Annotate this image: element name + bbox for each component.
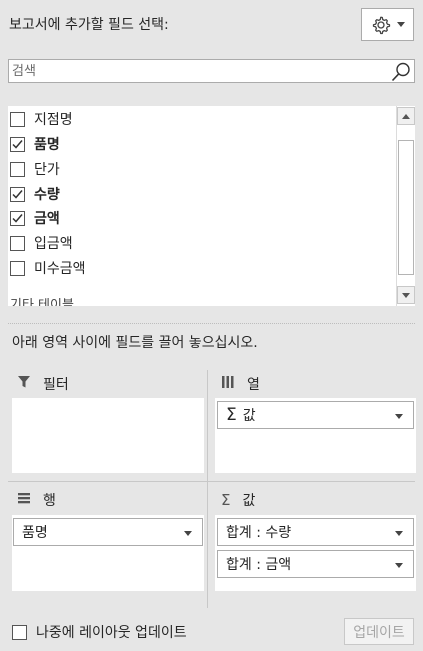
field-item-단가[interactable]: 단가 [10, 158, 60, 180]
divider [8, 323, 415, 324]
rows-drop-zone[interactable]: 품명 [12, 515, 204, 591]
chevron-down-icon[interactable] [395, 563, 403, 568]
chevron-down-icon [396, 22, 405, 27]
search-input[interactable] [9, 60, 389, 82]
columns-area-label: 열 [247, 377, 260, 393]
sigma-icon: Σ [226, 405, 237, 425]
scroll-up-button[interactable] [397, 107, 415, 125]
values-drop-zone[interactable]: 합계 : 수량 합계 : 금액 [215, 515, 416, 591]
field-checkbox[interactable] [10, 210, 25, 226]
tools-button[interactable] [361, 8, 414, 41]
field-checkbox[interactable] [10, 161, 25, 177]
field-checkbox[interactable] [10, 260, 25, 276]
field-checkbox[interactable] [10, 111, 25, 127]
field-label: 단가 [34, 162, 60, 178]
rows-area-title: 행 [17, 490, 56, 510]
field-label: 지점명 [34, 112, 73, 128]
checkmark-icon [12, 189, 23, 199]
columns-icon [221, 375, 235, 393]
field-item-지점명[interactable]: 지점명 [10, 108, 73, 130]
search-box [8, 59, 415, 83]
scroll-thumb[interactable] [398, 140, 414, 275]
rows-area-label: 행 [43, 493, 56, 509]
arrow-down-icon [402, 292, 410, 298]
filters-area-label: 필터 [43, 377, 69, 393]
values-field-sum-amount[interactable]: 합계 : 금액 [217, 550, 414, 578]
update-button[interactable]: 업데이트 [344, 618, 414, 645]
field-checkbox[interactable] [10, 136, 25, 152]
arrow-up-icon [402, 113, 410, 119]
checkmark-icon [12, 213, 23, 223]
field-list-scrollbar[interactable] [396, 106, 415, 306]
columns-field-values[interactable]: Σ 값 [217, 401, 414, 429]
field-list: 지점명 품명 단가 수량 금액 입금액 미수금액 기타 테이블... [8, 106, 415, 306]
filter-icon [17, 375, 31, 393]
drag-instruction: 아래 영역 사이에 필드를 끌어 놓으십시오. [12, 335, 258, 351]
panel-title: 보고서에 추가할 필드 선택: [9, 17, 169, 33]
values-area-title: Σ 값 [221, 490, 255, 510]
field-item-미수금액[interactable]: 미수금액 [10, 257, 86, 279]
defer-update-row[interactable]: 나중에 레이아웃 업데이트 [12, 622, 187, 642]
chevron-down-icon[interactable] [184, 531, 192, 536]
values-field-sum-quantity[interactable]: 합계 : 수량 [217, 518, 414, 546]
field-item-품명[interactable]: 품명 [10, 133, 60, 155]
filters-drop-zone[interactable] [12, 398, 204, 473]
field-checkbox[interactable] [10, 186, 25, 202]
defer-update-checkbox[interactable] [12, 624, 27, 640]
sigma-icon: Σ [221, 491, 231, 509]
scroll-down-button[interactable] [397, 286, 415, 304]
checkmark-icon [12, 139, 23, 149]
field-item-수량[interactable]: 수량 [10, 183, 60, 205]
field-label: 입금액 [34, 236, 73, 252]
search-icon[interactable] [390, 61, 412, 87]
values-field-label: 합계 : 금액 [226, 557, 292, 573]
columns-area-title: 열 [221, 374, 260, 394]
values-area-label: 값 [242, 493, 256, 509]
field-label: 금액 [34, 211, 60, 227]
chevron-down-icon[interactable] [395, 531, 403, 536]
columns-field-label: 값 [242, 408, 256, 424]
filters-area-title: 필터 [17, 374, 69, 394]
values-field-label: 합계 : 수량 [226, 525, 292, 541]
field-item-입금액[interactable]: 입금액 [10, 232, 73, 254]
rows-field-품명[interactable]: 품명 [13, 518, 203, 546]
rows-field-label: 품명 [22, 525, 48, 541]
field-item-금액[interactable]: 금액 [10, 207, 60, 229]
field-label: 품명 [34, 137, 60, 153]
chevron-down-icon[interactable] [395, 414, 403, 419]
columns-drop-zone[interactable]: Σ 값 [215, 398, 416, 473]
defer-update-label: 나중에 레이아웃 업데이트 [36, 625, 187, 641]
area-separator-vertical [207, 370, 208, 608]
area-separator-horizontal [8, 481, 415, 482]
rows-icon [17, 491, 31, 509]
field-label: 수량 [34, 187, 60, 203]
field-label: 미수금액 [34, 261, 86, 277]
more-tables-link[interactable]: 기타 테이블... [10, 294, 86, 306]
gear-icon [371, 15, 391, 35]
field-checkbox[interactable] [10, 235, 25, 251]
